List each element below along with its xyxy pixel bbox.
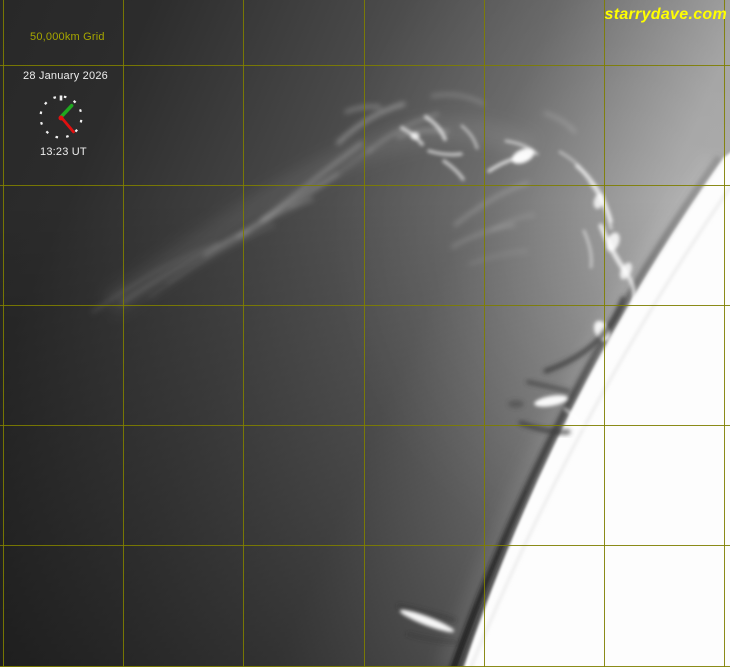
grid-label: 50,000km Grid: [30, 31, 105, 43]
clock-center-dot: [59, 116, 64, 121]
date-label: 28 January 2026: [23, 70, 108, 82]
clock: [37, 93, 85, 141]
solar-scene: [0, 0, 730, 667]
bottom-prominence-streak: [398, 606, 456, 642]
clock-hour-hand: [61, 106, 72, 117]
time-label: 13:23 UT: [40, 146, 87, 158]
watermark: starrydave.com: [605, 6, 728, 24]
solar-observation-image: 50,000km Grid 28 January 2026 13:23 UT s…: [0, 0, 730, 667]
